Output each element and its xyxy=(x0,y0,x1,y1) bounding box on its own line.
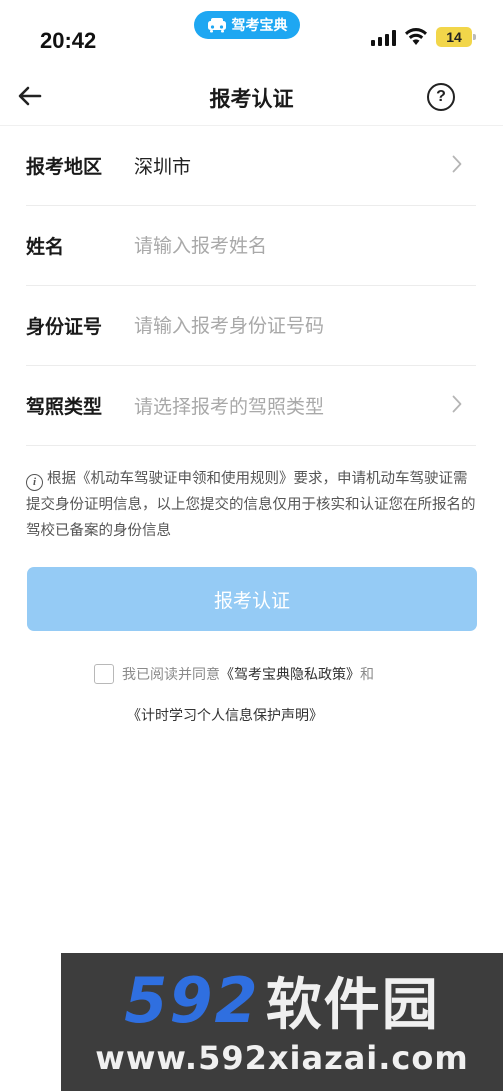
privacy-policy-link[interactable]: 《驾考宝典隐私政策》 xyxy=(220,664,360,684)
notice-text: 根据《机动车驾驶证申领和使用规则》要求，申请机动车驾驶证需提交身份证明信息，以上… xyxy=(26,471,476,539)
region-value: 深圳市 xyxy=(134,156,192,178)
battery-icon: 14 xyxy=(436,27,476,47)
notice-text-block: i 根据《机动车驾驶证申领和使用规则》要求，申请机动车驾驶证需提交身份证明信息，以… xyxy=(26,466,478,544)
name-label: 姓名 xyxy=(26,236,65,258)
submit-button[interactable]: 报考认证 xyxy=(27,567,477,631)
id-number-input[interactable] xyxy=(134,314,434,337)
agreement-checkbox[interactable] xyxy=(94,664,114,684)
license-type-placeholder: 请选择报考的驾照类型 xyxy=(134,396,325,418)
agreement-conjunction: 和 xyxy=(360,667,374,683)
chevron-right-icon xyxy=(452,155,462,177)
signal-icon xyxy=(371,30,397,46)
license-type-label: 驾照类型 xyxy=(26,396,103,418)
help-button[interactable]: ? xyxy=(427,83,455,111)
name-row: 姓名 xyxy=(26,206,476,286)
license-type-row[interactable]: 驾照类型 请选择报考的驾照类型 xyxy=(26,366,476,446)
chevron-right-icon xyxy=(452,395,462,417)
app-return-pill[interactable]: 驾考宝典 xyxy=(194,11,300,39)
wifi-icon xyxy=(404,28,428,50)
id-number-label: 身份证号 xyxy=(26,316,103,338)
id-number-row: 身份证号 xyxy=(26,286,476,366)
battery-level: 14 xyxy=(446,29,462,45)
info-icon: i xyxy=(26,473,43,491)
watermark-logo: 592 软件园 xyxy=(61,963,503,1038)
status-bar: 20:42 驾考宝典 14 xyxy=(0,0,503,70)
region-row[interactable]: 报考地区 深圳市 xyxy=(26,126,476,206)
region-label: 报考地区 xyxy=(26,156,103,178)
car-icon xyxy=(207,17,227,33)
app-badge-label: 驾考宝典 xyxy=(231,18,288,34)
registration-form: 报考地区 深圳市 姓名 身份证号 驾照类型 请选择报考的驾照类型 xyxy=(26,126,476,446)
nav-bar: 报考认证 ? xyxy=(0,70,503,126)
statement-link[interactable]: 《计时学习个人信息保护声明》 xyxy=(127,705,323,725)
watermark-url: www.592xiazai.com xyxy=(95,1039,469,1077)
watermark-name: 软件园 xyxy=(265,972,440,1038)
agreement-line: 我已阅读并同意 《驾考宝典隐私政策》 和 xyxy=(94,662,374,686)
watermark-banner: 592 软件园 www.592xiazai.com xyxy=(61,953,503,1091)
agreement-prefix: 我已阅读并同意 xyxy=(122,667,220,683)
watermark-number: 592 xyxy=(124,963,260,1037)
question-icon: ? xyxy=(436,88,446,105)
name-input[interactable] xyxy=(134,234,434,257)
status-time: 20:42 xyxy=(40,28,97,53)
